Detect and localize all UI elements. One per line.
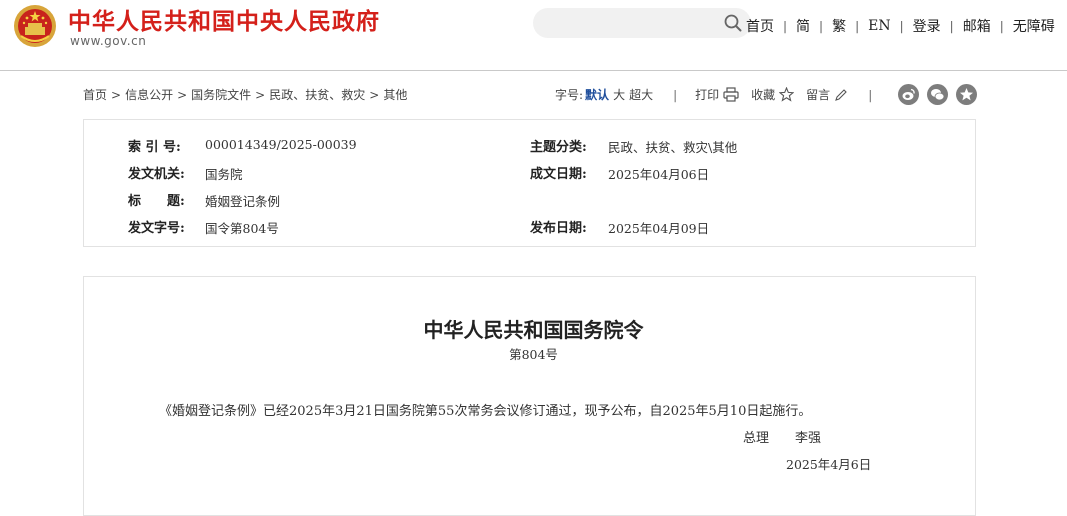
print-button[interactable]: 打印 [695,86,719,103]
topic-category-label: 主题分类: [530,140,587,155]
breadcrumb-info-public[interactable]: 信息公开 [125,88,173,102]
search-icon[interactable] [724,14,742,32]
nav-traditional[interactable]: 繁 [832,16,846,36]
breadcrumb-other[interactable]: 其他 [383,88,407,102]
index-number-label: 索 引 号: [128,140,181,155]
breadcrumb-civil-affairs[interactable]: 民政、扶贫、救灾 [269,88,365,102]
share-wechat-button[interactable] [927,84,948,105]
font-size-xlarge[interactable]: 超大 [629,86,653,103]
national-emblem-icon[interactable] [13,4,57,48]
title-value: 婚姻登记条例 [205,194,281,209]
signer-name: 李强 [795,431,822,446]
signature-date: 2025年4月6日 [786,457,872,472]
signer-title: 总理 [743,431,770,446]
nav-home[interactable]: 首页 [746,16,774,36]
nav-separator: | [949,19,954,33]
nav-simplified[interactable]: 简 [796,16,810,36]
font-size-default[interactable]: 默认 [585,86,609,103]
font-size-label: 字号: [555,88,584,102]
breadcrumb-arrow: > [177,88,188,102]
publish-date-label: 发布日期: [530,221,587,236]
breadcrumb: 首页 > 信息公开 > 国务院文件 > 民政、扶贫、救灾 > 其他 [83,86,407,103]
nav-separator: | [899,19,904,33]
breadcrumb-home[interactable]: 首页 [83,88,107,102]
breadcrumb-state-council-docs[interactable]: 国务院文件 [191,88,251,102]
wechat-icon [931,89,945,101]
document-number-label: 发文字号: [128,221,185,236]
nav-mailbox[interactable]: 邮箱 [963,16,991,36]
site-header: 中华人民共和国中央人民政府 www.gov.cn 首页 | 简 | 繁 | EN… [0,0,1067,71]
site-title[interactable]: 中华人民共和国中央人民政府 [68,2,380,36]
article-toolbar: 字号: 默认 大 超大 | 打印 收藏 留言 | [555,86,890,103]
index-number-value: 000014349/2025-00039 [205,137,357,152]
decree-number: 第804号 [509,347,558,362]
document-number-value: 国令第804号 [205,221,279,236]
issuing-authority-label: 发文机关: [128,167,185,182]
document-title: 中华人民共和国国务院令 [423,318,644,342]
site-domain: www.gov.cn [70,34,147,48]
publish-date-value: 2025年04月09日 [608,221,710,236]
written-date-label: 成文日期: [530,167,587,182]
nav-separator: | [855,19,860,33]
nav-separator: | [999,19,1004,33]
toolbar-separator: | [868,87,873,102]
document-body-text: 《婚姻登记条例》已经2025年3月21日国务院第55次常务会议修订通过，现予公布… [159,404,812,419]
title-label: 标 题: [128,194,185,209]
written-date-value: 2025年04月06日 [608,167,710,182]
nav-english[interactable]: EN [868,18,890,34]
search-input[interactable] [533,8,751,38]
favorite-button[interactable]: 收藏 [751,86,775,103]
breadcrumb-arrow: > [369,88,380,102]
nav-accessibility[interactable]: 无障碍 [1013,16,1055,36]
nav-separator: | [819,19,824,33]
comment-button[interactable]: 留言 [806,86,830,103]
share-weibo-button[interactable] [898,84,919,105]
star-icon[interactable] [779,87,795,102]
topic-category-value: 民政、扶贫、救灾\其他 [608,140,738,155]
printer-icon[interactable] [723,87,739,102]
pencil-icon[interactable] [834,88,848,102]
weibo-icon [902,88,915,100]
issuing-authority-value: 国务院 [205,167,243,182]
share-favorite-button[interactable] [956,84,977,105]
nav-separator: | [783,19,788,33]
top-nav: 首页 | 简 | 繁 | EN | 登录 | 邮箱 | 无障碍 [746,16,1055,36]
breadcrumb-arrow: > [111,88,122,102]
toolbar-separator: | [673,87,678,102]
breadcrumb-arrow: > [255,88,266,102]
signature-line: 总理 李强 [743,427,821,446]
nav-login[interactable]: 登录 [913,16,941,36]
font-size-large[interactable]: 大 [613,86,625,103]
favorite-star-icon [960,88,973,101]
document-content-panel [83,276,976,516]
